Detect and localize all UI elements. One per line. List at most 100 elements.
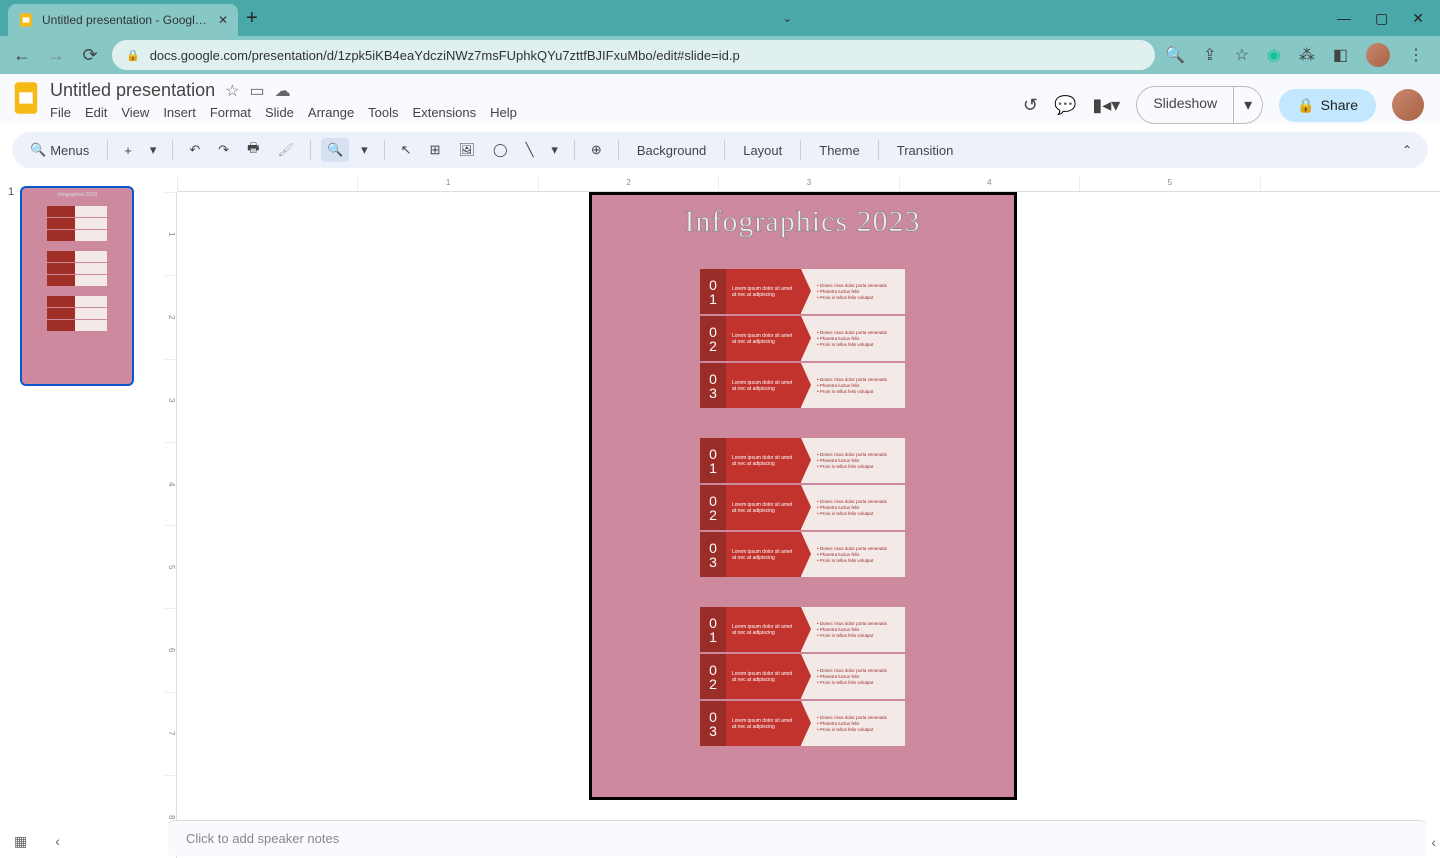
info-row[interactable]: 02Lorem ipsum dolor sit amet at nec at a… <box>700 485 905 530</box>
history-icon[interactable]: ↺ <box>1023 95 1038 116</box>
close-window-button[interactable]: ✕ <box>1412 10 1424 27</box>
tab-overflow-icon[interactable]: ⌄ <box>782 11 792 25</box>
menu-insert[interactable]: Insert <box>163 105 196 120</box>
canvas-area[interactable]: 12345 12345678 Infographics 2023 01Lorem… <box>165 176 1440 858</box>
new-tab-button[interactable]: + <box>246 7 258 30</box>
info-number: 03 <box>700 532 726 577</box>
star-icon[interactable]: ☆ <box>225 81 239 101</box>
menu-extensions[interactable]: Extensions <box>413 105 477 120</box>
zoom-icon[interactable]: 🔍 <box>1165 45 1185 65</box>
maximize-button[interactable]: ▢ <box>1375 10 1388 27</box>
info-row[interactable]: 03Lorem ipsum dolor sit amet at nec at a… <box>700 701 905 746</box>
line-dropdown[interactable]: ▾ <box>545 138 564 162</box>
textbox-button[interactable]: ⊞ <box>424 138 447 162</box>
browser-tab[interactable]: Untitled presentation - Google Slides ✕ <box>8 4 238 36</box>
info-group[interactable]: 01Lorem ipsum dolor sit amet at nec at a… <box>700 438 905 577</box>
extensions-icon[interactable]: ⁂ <box>1299 45 1315 65</box>
info-row[interactable]: 03Lorem ipsum dolor sit amet at nec at a… <box>700 363 905 408</box>
info-number: 02 <box>700 485 726 530</box>
info-row[interactable]: 01Lorem ipsum dolor sit amet at nec at a… <box>700 269 905 314</box>
slideshow-button[interactable]: Slideshow <box>1136 86 1234 124</box>
select-tool-button[interactable]: ↖ <box>395 138 418 162</box>
slideshow-dropdown[interactable]: ▾ <box>1234 86 1263 124</box>
menu-arrange[interactable]: Arrange <box>308 105 354 120</box>
collapse-filmstrip-icon[interactable]: ‹ <box>55 833 60 850</box>
close-tab-icon[interactable]: ✕ <box>218 13 228 27</box>
info-row[interactable]: 01Lorem ipsum dolor sit amet at nec at a… <box>700 607 905 652</box>
explore-icon[interactable]: ‹ <box>1431 834 1436 850</box>
account-avatar[interactable] <box>1392 89 1424 121</box>
slides-favicon-icon <box>18 12 34 28</box>
info-bullets: Donec risus dolor porta venenatisPharetr… <box>801 532 905 577</box>
menu-help[interactable]: Help <box>490 105 517 120</box>
forward-button[interactable]: → <box>44 45 68 66</box>
shape-button[interactable]: ◯ <box>487 138 514 162</box>
reload-button[interactable]: ⟳ <box>78 45 102 66</box>
sidepanel-icon[interactable]: ◧ <box>1333 45 1348 65</box>
info-bullets: Donec risus dolor porta venenatisPharetr… <box>801 607 905 652</box>
info-number: 01 <box>700 607 726 652</box>
zoom-dropdown[interactable]: ▾ <box>355 138 374 162</box>
redo-button[interactable]: ↷ <box>212 138 235 162</box>
menu-slide[interactable]: Slide <box>265 105 294 120</box>
menu-view[interactable]: View <box>121 105 149 120</box>
slides-logo-icon[interactable] <box>12 80 40 116</box>
info-row[interactable]: 03Lorem ipsum dolor sit amet at nec at a… <box>700 532 905 577</box>
info-number: 02 <box>700 316 726 361</box>
new-slide-button[interactable]: + <box>118 139 138 162</box>
collapse-toolbar-icon[interactable]: ⌃ <box>1396 139 1418 161</box>
paint-format-button[interactable]: 🖌 <box>271 138 300 162</box>
browser-chrome: Untitled presentation - Google Slides ✕ … <box>0 0 1440 74</box>
slide-title[interactable]: Infographics 2023 <box>592 205 1014 239</box>
menu-tools[interactable]: Tools <box>368 105 398 120</box>
zoom-tool-button[interactable]: 🔍 <box>321 138 349 162</box>
grammarly-icon[interactable]: ◉ <box>1267 45 1281 65</box>
url-text: docs.google.com/presentation/d/1zpk5iKB4… <box>150 48 740 63</box>
image-button[interactable]: 🖼 <box>452 138 481 162</box>
menu-search-label: Menus <box>50 143 89 158</box>
url-field[interactable]: 🔒 docs.google.com/presentation/d/1zpk5iK… <box>112 40 1155 70</box>
undo-button[interactable]: ↶ <box>183 138 206 162</box>
share-button[interactable]: 🔒 Share <box>1279 89 1376 122</box>
info-row[interactable]: 02Lorem ipsum dolor sit amet at nec at a… <box>700 654 905 699</box>
menu-file[interactable]: File <box>50 105 71 120</box>
cloud-status-icon: ☁ <box>275 81 291 101</box>
info-bullets: Donec risus dolor porta venenatisPharetr… <box>801 316 905 361</box>
share-url-icon[interactable]: ⇪ <box>1203 45 1216 65</box>
info-arrow: Lorem ipsum dolor sit amet at nec at adi… <box>726 269 801 314</box>
comment-add-button[interactable]: ⊕ <box>585 138 608 162</box>
grid-view-icon[interactable]: ▦ <box>14 833 27 850</box>
ruler-horizontal: 12345 <box>177 176 1440 192</box>
info-row[interactable]: 01Lorem ipsum dolor sit amet at nec at a… <box>700 438 905 483</box>
info-row[interactable]: 02Lorem ipsum dolor sit amet at nec at a… <box>700 316 905 361</box>
bookmark-icon[interactable]: ☆ <box>1235 45 1249 65</box>
background-button[interactable]: Background <box>629 139 714 162</box>
layout-button[interactable]: Layout <box>735 139 790 162</box>
comments-icon[interactable]: 💬 <box>1054 95 1076 116</box>
move-icon[interactable]: ▭ <box>249 81 264 101</box>
meet-icon[interactable]: ▮◂▾ <box>1092 95 1120 116</box>
doc-title[interactable]: Untitled presentation <box>50 80 215 101</box>
print-button[interactable]: 🖶 <box>241 135 265 165</box>
info-group[interactable]: 01Lorem ipsum dolor sit amet at nec at a… <box>700 269 905 408</box>
minimize-button[interactable]: — <box>1337 10 1351 27</box>
menu-search[interactable]: 🔍 Menus <box>22 139 97 161</box>
back-button[interactable]: ← <box>10 45 34 66</box>
app-header: Untitled presentation ☆ ▭ ☁ File Edit Vi… <box>0 74 1440 124</box>
menu-format[interactable]: Format <box>210 105 251 120</box>
speaker-notes[interactable]: Click to add speaker notes <box>168 820 1426 856</box>
info-arrow: Lorem ipsum dolor sit amet at nec at adi… <box>726 532 801 577</box>
info-bullets: Donec risus dolor porta venenatisPharetr… <box>801 701 905 746</box>
info-arrow: Lorem ipsum dolor sit amet at nec at adi… <box>726 363 801 408</box>
info-group[interactable]: 01Lorem ipsum dolor sit amet at nec at a… <box>700 607 905 746</box>
theme-button[interactable]: Theme <box>811 139 867 162</box>
line-button[interactable]: ╲ <box>520 138 540 162</box>
menu-edit[interactable]: Edit <box>85 105 107 120</box>
thumb-number: 1 <box>8 186 14 386</box>
new-slide-dropdown[interactable]: ▾ <box>144 138 163 162</box>
profile-avatar[interactable] <box>1366 43 1390 67</box>
chrome-menu-icon[interactable]: ⋮ <box>1408 45 1424 65</box>
slide-thumbnail[interactable]: Infographics 2023 <box>20 186 134 386</box>
transition-button[interactable]: Transition <box>889 139 962 162</box>
slide-canvas[interactable]: Infographics 2023 01Lorem ipsum dolor si… <box>589 192 1017 800</box>
